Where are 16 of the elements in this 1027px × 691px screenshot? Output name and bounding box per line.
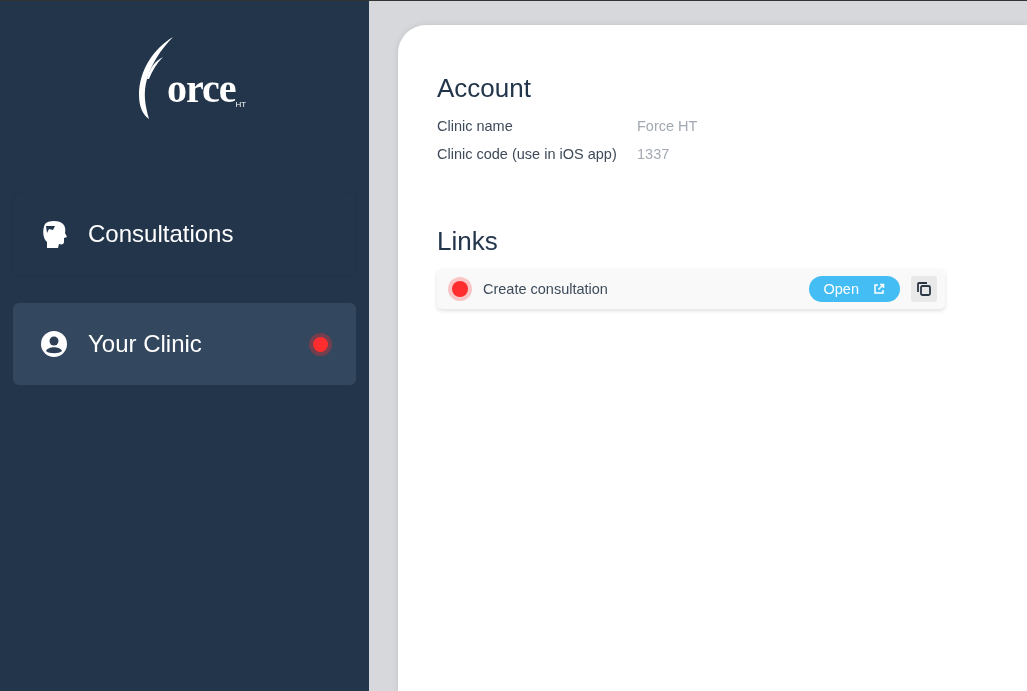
link-label: Create consultation: [483, 281, 609, 297]
copy-button[interactable]: [911, 276, 937, 302]
sidebar-item[interactable]: Consultations: [13, 193, 356, 275]
copy-icon: [916, 281, 932, 297]
user-circle-icon: [41, 331, 67, 357]
external-link-icon: [873, 283, 885, 295]
head-profile-icon: [41, 220, 67, 248]
logo-suffix: HT: [235, 100, 247, 109]
section-title: Account: [437, 73, 532, 104]
section-title: Links: [437, 226, 499, 257]
logo-text: orce: [166, 69, 236, 109]
field-value: 1337: [637, 146, 670, 162]
field-label: Clinic code (use in iOS app): [437, 146, 617, 162]
sidebar-item[interactable]: Your Clinic: [13, 303, 356, 385]
field-label: Clinic name: [437, 118, 513, 134]
field-value: Force HT: [637, 118, 698, 134]
